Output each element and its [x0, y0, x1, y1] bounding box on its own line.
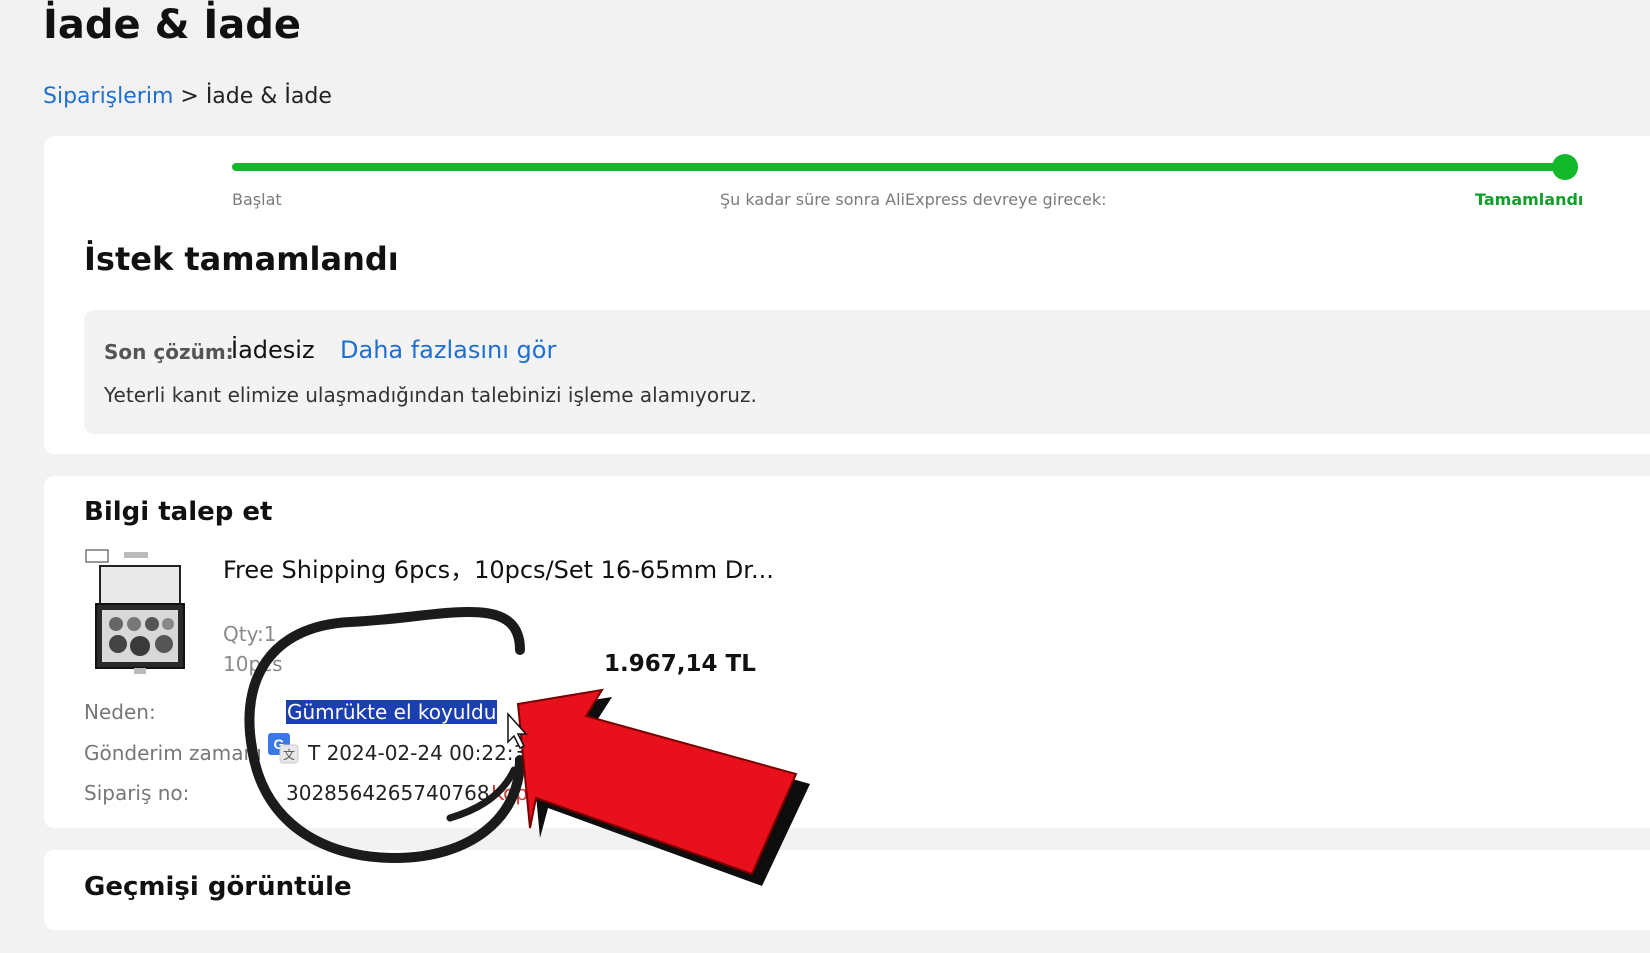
product-image[interactable] [84, 548, 190, 678]
resolution-label: Son çözüm: [104, 340, 234, 364]
product-qty: Qty:1 [223, 622, 277, 646]
product-price: 1.967,14 TL [604, 651, 756, 677]
breadcrumb: Siparişlerim > İade & İade [43, 84, 332, 109]
breadcrumb-current: İade & İade [205, 84, 332, 109]
order-number-value: 3028564265740768 [286, 781, 490, 805]
reason-value: Gümrükte el koyuldu [286, 700, 498, 724]
see-more-link[interactable]: Daha fazlasını gör [340, 336, 556, 364]
request-info-card [44, 476, 1650, 828]
step-start: Başlat [232, 190, 282, 209]
step-completed: Tamamlandı [1475, 190, 1584, 209]
reason-label: Neden: [84, 700, 156, 724]
resolution-box [84, 310, 1650, 434]
progress-end-dot [1552, 154, 1578, 180]
google-translate-icon[interactable]: G 文 [268, 733, 300, 765]
status-title: İstek tamamlandı [84, 240, 399, 278]
product-variant: 10pcs [223, 652, 283, 676]
request-title: Bilgi talep et [84, 497, 273, 527]
history-title[interactable]: Geçmişi görüntüle [84, 872, 352, 902]
copy-order-button[interactable]: Kopyala [491, 781, 570, 805]
step-escalation: Şu kadar süre sonra AliExpress devreye g… [720, 190, 1107, 209]
sent-time-value: T 2024-02-24 00:22:31 [308, 741, 539, 765]
resolution-note: Yeterli kanıt elimize ulaşmadığından tal… [104, 383, 757, 407]
breadcrumb-separator: > [173, 84, 206, 109]
product-title[interactable]: Free Shipping 6pcs，10pcs/Set 16-65mm Dr.… [223, 550, 774, 585]
order-number-label: Sipariş no: [84, 781, 190, 805]
resolution-value: İadesiz [231, 336, 315, 364]
svg-text:文: 文 [283, 747, 295, 762]
breadcrumb-orders-link[interactable]: Siparişlerim [43, 84, 173, 109]
sent-time-label: Gönderim zamanı [84, 741, 262, 765]
page-title: İade & İade [43, 2, 302, 48]
progress-track [232, 163, 1566, 171]
